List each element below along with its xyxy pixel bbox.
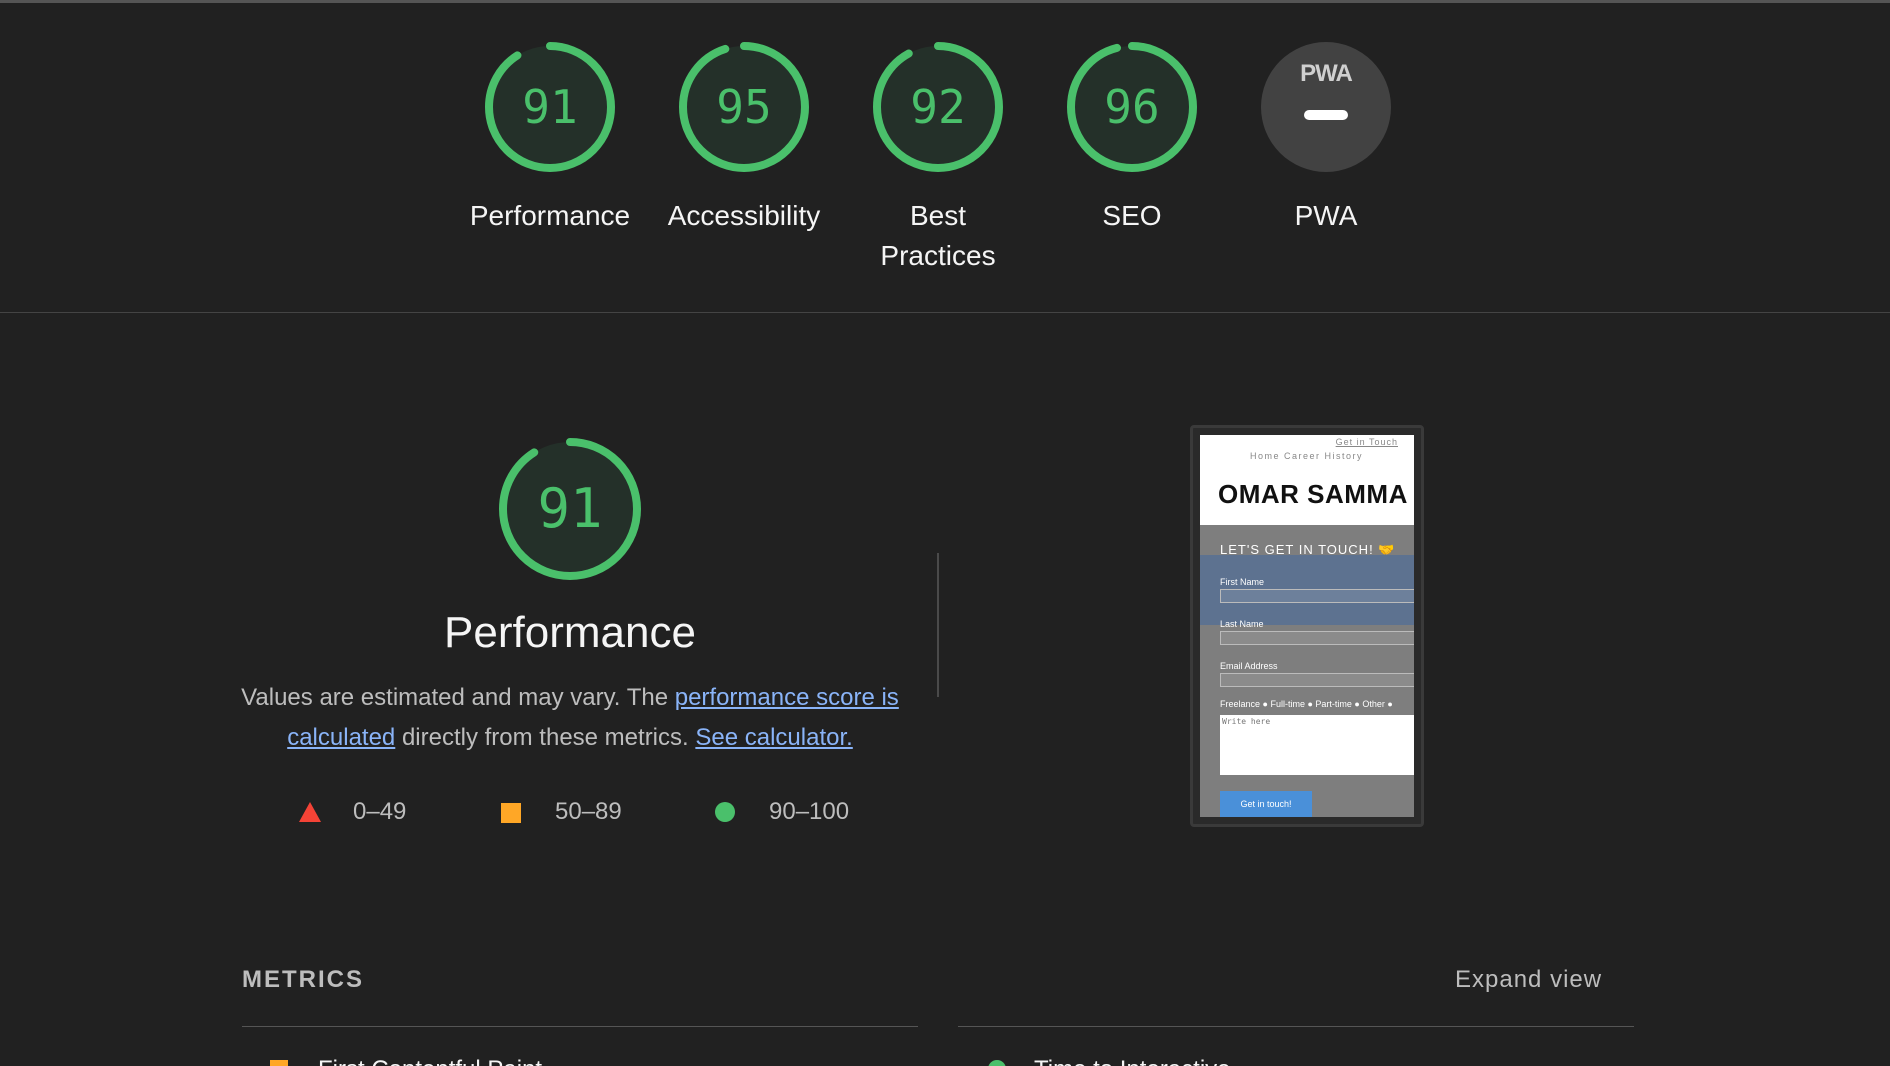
performance-description: Values are estimated and may vary. The p… bbox=[240, 678, 900, 758]
gauge-ring: 96 bbox=[1065, 40, 1199, 174]
gauge-score: 92 bbox=[910, 80, 966, 134]
final-screenshot[interactable]: Get in Touch Home Career History OMAR SA… bbox=[1190, 425, 1424, 827]
thumb-nav-items: Home Career History bbox=[1250, 451, 1364, 461]
thumb-nav-link: Get in Touch bbox=[1335, 437, 1398, 447]
score-legend: 0–49 50–89 90–100 bbox=[295, 792, 895, 832]
legend-range: 90–100 bbox=[769, 798, 850, 825]
screenshot-content: Get in Touch Home Career History OMAR SA… bbox=[1200, 435, 1414, 817]
gauge-performance[interactable]: 91 Performance bbox=[465, 40, 635, 236]
thumb-label-first: First Name bbox=[1220, 577, 1265, 587]
gauge-pwa[interactable]: PWA PWA bbox=[1241, 40, 1411, 236]
metrics-heading: METRICS bbox=[242, 966, 364, 993]
thumb-input-email bbox=[1220, 673, 1414, 687]
gauge-accessibility[interactable]: 95 Accessibility bbox=[659, 40, 829, 236]
circle-icon bbox=[715, 802, 735, 822]
gauge-score: 91 bbox=[522, 80, 578, 134]
dash-icon bbox=[1304, 110, 1348, 120]
gauge-score: 95 bbox=[716, 80, 772, 134]
gauge-seo[interactable]: 96 SEO bbox=[1047, 40, 1217, 236]
thumb-textarea: Write here bbox=[1220, 715, 1414, 775]
thumb-input-last bbox=[1220, 631, 1414, 645]
legend-range: 50–89 bbox=[555, 798, 622, 825]
pwa-badge: PWA bbox=[1259, 40, 1393, 174]
metrics-divider-right bbox=[958, 1026, 1634, 1027]
score-gauges: 91 Performance 95 Accessibility 92 Best … bbox=[0, 40, 1890, 271]
desc-middle: directly from these metrics. bbox=[395, 724, 696, 751]
gauge-label: Best Practices bbox=[880, 200, 996, 271]
metrics-divider-left bbox=[242, 1026, 918, 1027]
thumb-radio-options: Freelance ● Full-time ● Part-time ● Othe… bbox=[1220, 699, 1393, 709]
thumb-form-heading: LET'S GET IN TOUCH! 🤝 bbox=[1220, 542, 1396, 557]
average-square-icon bbox=[270, 1060, 288, 1066]
performance-gauge: 91 bbox=[497, 436, 643, 582]
top-border bbox=[0, 0, 1890, 3]
section-divider bbox=[0, 312, 1890, 313]
square-icon bbox=[501, 803, 521, 823]
thumb-label-email: Email Address bbox=[1220, 661, 1278, 671]
pwa-logo-text: PWA bbox=[1300, 60, 1353, 87]
thumb-input-first bbox=[1220, 589, 1414, 603]
thumb-site-name: OMAR SAMMA bbox=[1218, 479, 1408, 509]
desc-prefix: Values are estimated and may vary. The bbox=[241, 684, 675, 711]
gauge-ring: 92 bbox=[871, 40, 1005, 174]
see-calculator-link[interactable]: See calculator. bbox=[695, 724, 852, 751]
gauge-label: Accessibility bbox=[667, 200, 821, 231]
gauge-ring: 91 bbox=[483, 40, 617, 174]
expand-view-button[interactable]: Expand view bbox=[1455, 966, 1602, 994]
gauge-score: 96 bbox=[1104, 80, 1160, 134]
legend-range: 0–49 bbox=[353, 798, 407, 825]
pass-circle-icon bbox=[988, 1060, 1006, 1066]
gauge-label: PWA bbox=[1294, 200, 1358, 231]
gauge-best-practices[interactable]: 92 Best Practices bbox=[853, 40, 1023, 276]
thumb-submit-button: Get in touch! bbox=[1220, 791, 1312, 817]
gauge-label: SEO bbox=[1102, 200, 1162, 231]
gauge-label: Performance bbox=[469, 200, 631, 231]
metric-first-contentful-paint[interactable]: First Contentful Paint bbox=[318, 1056, 542, 1066]
performance-score: 91 bbox=[537, 477, 603, 540]
triangle-icon bbox=[299, 802, 321, 822]
gauge-ring: 95 bbox=[677, 40, 811, 174]
performance-title: Performance bbox=[444, 608, 696, 657]
metric-time-to-interactive[interactable]: Time to Interactive bbox=[1034, 1056, 1231, 1066]
thumb-label-last: Last Name bbox=[1220, 619, 1264, 629]
vertical-separator bbox=[937, 553, 939, 697]
